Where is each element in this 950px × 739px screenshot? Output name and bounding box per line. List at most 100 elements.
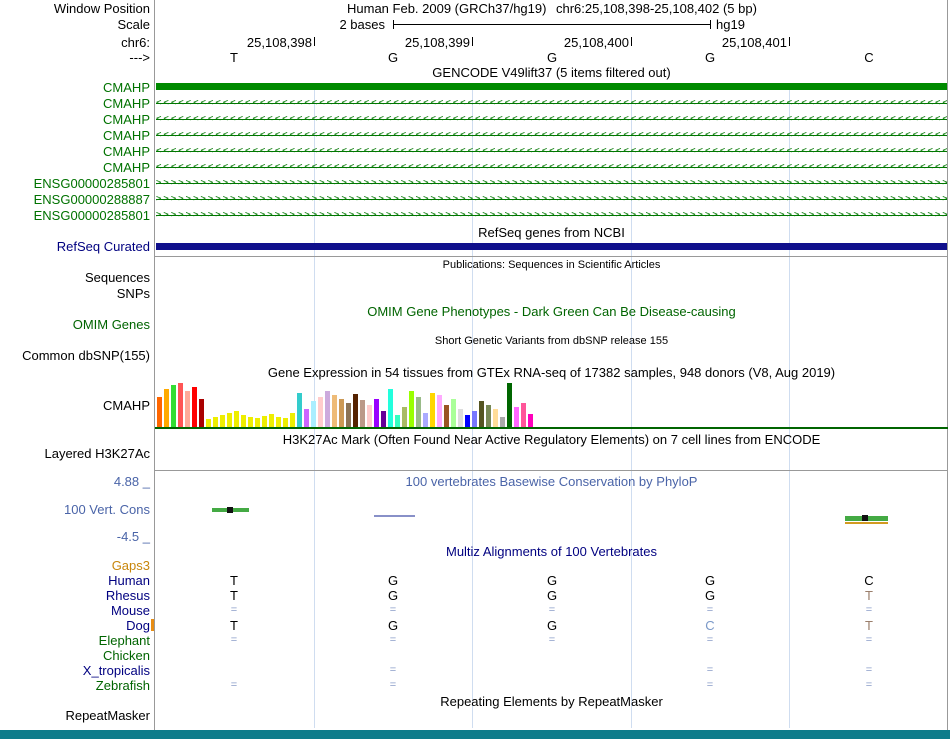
gtex-expression-bar[interactable]: [374, 399, 379, 427]
gtex-expression-bar[interactable]: [388, 389, 393, 427]
gtex-expression-bar[interactable]: [479, 401, 484, 427]
gtex-expression-bar[interactable]: [486, 405, 491, 427]
gene-label[interactable]: ENSG00000285801: [0, 176, 150, 191]
gtex-expression-bar[interactable]: [290, 413, 295, 427]
gene-strand-arrows[interactable]: <<<<<<<<<<<<<<<<<<<<<<<<<<<<<<<<<<<<<<<<…: [156, 96, 947, 111]
omim-genes-label[interactable]: OMIM Genes: [0, 317, 150, 332]
snps-label[interactable]: SNPs: [0, 286, 150, 301]
gene-strand-arrows[interactable]: <<<<<<<<<<<<<<<<<<<<<<<<<<<<<<<<<<<<<<<<…: [156, 112, 947, 127]
conservation-label[interactable]: 100 Vert. Cons: [0, 502, 150, 517]
gtex-expression-bar[interactable]: [465, 415, 470, 427]
species-label[interactable]: Chicken: [0, 648, 150, 663]
gtex-expression-bar[interactable]: [416, 397, 421, 427]
gene-label[interactable]: ENSG00000288887: [0, 192, 150, 207]
gtex-expression-bar[interactable]: [451, 399, 456, 427]
alignment-base: =: [230, 604, 238, 616]
gtex-expression-bar[interactable]: [185, 391, 190, 427]
species-label[interactable]: Mouse: [0, 603, 150, 618]
gene-label[interactable]: CMAHP: [0, 128, 150, 143]
gene-label[interactable]: CMAHP: [0, 144, 150, 159]
species-label[interactable]: Rhesus: [0, 588, 150, 603]
species-label[interactable]: Dog: [0, 618, 150, 633]
species-label[interactable]: X_tropicalis: [0, 663, 150, 678]
gtex-expression-bar[interactable]: [402, 407, 407, 427]
gtex-expression-bar[interactable]: [437, 395, 442, 427]
gtex-expression-bar[interactable]: [318, 397, 323, 427]
gene-strand-arrows[interactable]: >>>>>>>>>>>>>>>>>>>>>>>>>>>>>>>>>>>>>>>>…: [156, 192, 947, 207]
alignment-base: =: [389, 679, 397, 691]
gtex-expression-bar[interactable]: [339, 399, 344, 427]
gtex-expression-bar[interactable]: [227, 413, 232, 427]
repeatmasker-label[interactable]: RepeatMasker: [0, 708, 150, 723]
gene-label[interactable]: CMAHP: [0, 160, 150, 175]
position-text: chr6:25,108,398-25,108,402 (5 bp): [556, 1, 757, 16]
alignment-base: =: [230, 634, 238, 646]
repeatmasker-title: Repeating Elements by RepeatMasker: [440, 694, 663, 709]
gtex-expression-bar[interactable]: [311, 401, 316, 427]
gtex-expression-bar[interactable]: [241, 415, 246, 427]
gene-label[interactable]: CMAHP: [0, 96, 150, 111]
gtex-expression-bar[interactable]: [269, 414, 274, 427]
gtex-expression-bar[interactable]: [206, 419, 211, 427]
gtex-gene-label[interactable]: CMAHP: [0, 398, 150, 413]
gene-strand-arrows[interactable]: <<<<<<<<<<<<<<<<<<<<<<<<<<<<<<<<<<<<<<<<…: [156, 160, 947, 175]
gtex-expression-bar[interactable]: [444, 405, 449, 427]
gtex-expression-bar[interactable]: [283, 418, 288, 427]
gtex-expression-bar[interactable]: [234, 411, 239, 427]
gtex-expression-bar[interactable]: [458, 409, 463, 427]
gtex-expression-bar[interactable]: [297, 393, 302, 427]
gtex-expression-bar[interactable]: [360, 400, 365, 427]
gtex-expression-bar[interactable]: [507, 383, 512, 427]
conservation-mark: [227, 507, 233, 513]
gtex-expression-bar[interactable]: [262, 416, 267, 427]
gtex-expression-bar[interactable]: [255, 418, 260, 427]
gtex-expression-bar[interactable]: [199, 399, 204, 427]
gtex-expression-bar[interactable]: [346, 403, 351, 427]
gtex-expression-bar[interactable]: [500, 417, 505, 427]
gtex-expression-bar[interactable]: [430, 393, 435, 427]
gene-label[interactable]: ENSG00000285801: [0, 208, 150, 223]
gtex-expression-bar[interactable]: [304, 409, 309, 427]
gtex-expression-bar[interactable]: [514, 407, 519, 427]
gtex-expression-bar[interactable]: [332, 395, 337, 427]
gtex-expression-bar[interactable]: [528, 414, 533, 427]
gtex-expression-bar[interactable]: [472, 411, 477, 427]
sequences-label[interactable]: Sequences: [0, 270, 150, 285]
gtex-expression-bar[interactable]: [395, 415, 400, 427]
refseq-bar[interactable]: [156, 243, 947, 250]
gtex-expression-bar[interactable]: [521, 403, 526, 427]
gene-exon-bar[interactable]: [156, 83, 947, 90]
gene-strand-arrows[interactable]: <<<<<<<<<<<<<<<<<<<<<<<<<<<<<<<<<<<<<<<<…: [156, 144, 947, 159]
gtex-expression-bar[interactable]: [171, 385, 176, 427]
gtex-expression-bar[interactable]: [220, 415, 225, 427]
h3k27ac-label[interactable]: Layered H3K27Ac: [0, 446, 150, 461]
gtex-expression-bar[interactable]: [164, 389, 169, 427]
ruler-tick-label: 25,108,401: [721, 35, 787, 50]
alignment-base: T: [230, 573, 238, 588]
alignment-base: =: [865, 679, 873, 691]
gtex-expression-bar[interactable]: [381, 411, 386, 427]
gtex-expression-bar[interactable]: [353, 394, 358, 427]
species-label[interactable]: Human: [0, 573, 150, 588]
gtex-expression-bar[interactable]: [192, 387, 197, 427]
gtex-expression-bar[interactable]: [276, 417, 281, 427]
gtex-expression-bar[interactable]: [423, 413, 428, 427]
gtex-expression-bar[interactable]: [248, 417, 253, 427]
gtex-expression-bar[interactable]: [178, 383, 183, 427]
gtex-expression-bar[interactable]: [409, 391, 414, 427]
gene-label[interactable]: CMAHP: [0, 80, 150, 95]
gtex-expression-bar[interactable]: [325, 391, 330, 427]
gtex-expression-bar[interactable]: [367, 405, 372, 427]
species-label[interactable]: Zebrafish: [0, 678, 150, 693]
gene-strand-arrows[interactable]: >>>>>>>>>>>>>>>>>>>>>>>>>>>>>>>>>>>>>>>>…: [156, 208, 947, 223]
species-label[interactable]: Elephant: [0, 633, 150, 648]
gene-label[interactable]: CMAHP: [0, 112, 150, 127]
gtex-expression-bar[interactable]: [493, 409, 498, 427]
gtex-expression-bar[interactable]: [157, 397, 162, 427]
gaps-label[interactable]: Gaps3: [0, 558, 150, 573]
refseq-curated-label[interactable]: RefSeq Curated: [0, 239, 150, 254]
gene-strand-arrows[interactable]: >>>>>>>>>>>>>>>>>>>>>>>>>>>>>>>>>>>>>>>>…: [156, 176, 947, 191]
gtex-expression-bar[interactable]: [213, 417, 218, 427]
dbsnp-label[interactable]: Common dbSNP(155): [0, 348, 150, 363]
gene-strand-arrows[interactable]: <<<<<<<<<<<<<<<<<<<<<<<<<<<<<<<<<<<<<<<<…: [156, 128, 947, 143]
